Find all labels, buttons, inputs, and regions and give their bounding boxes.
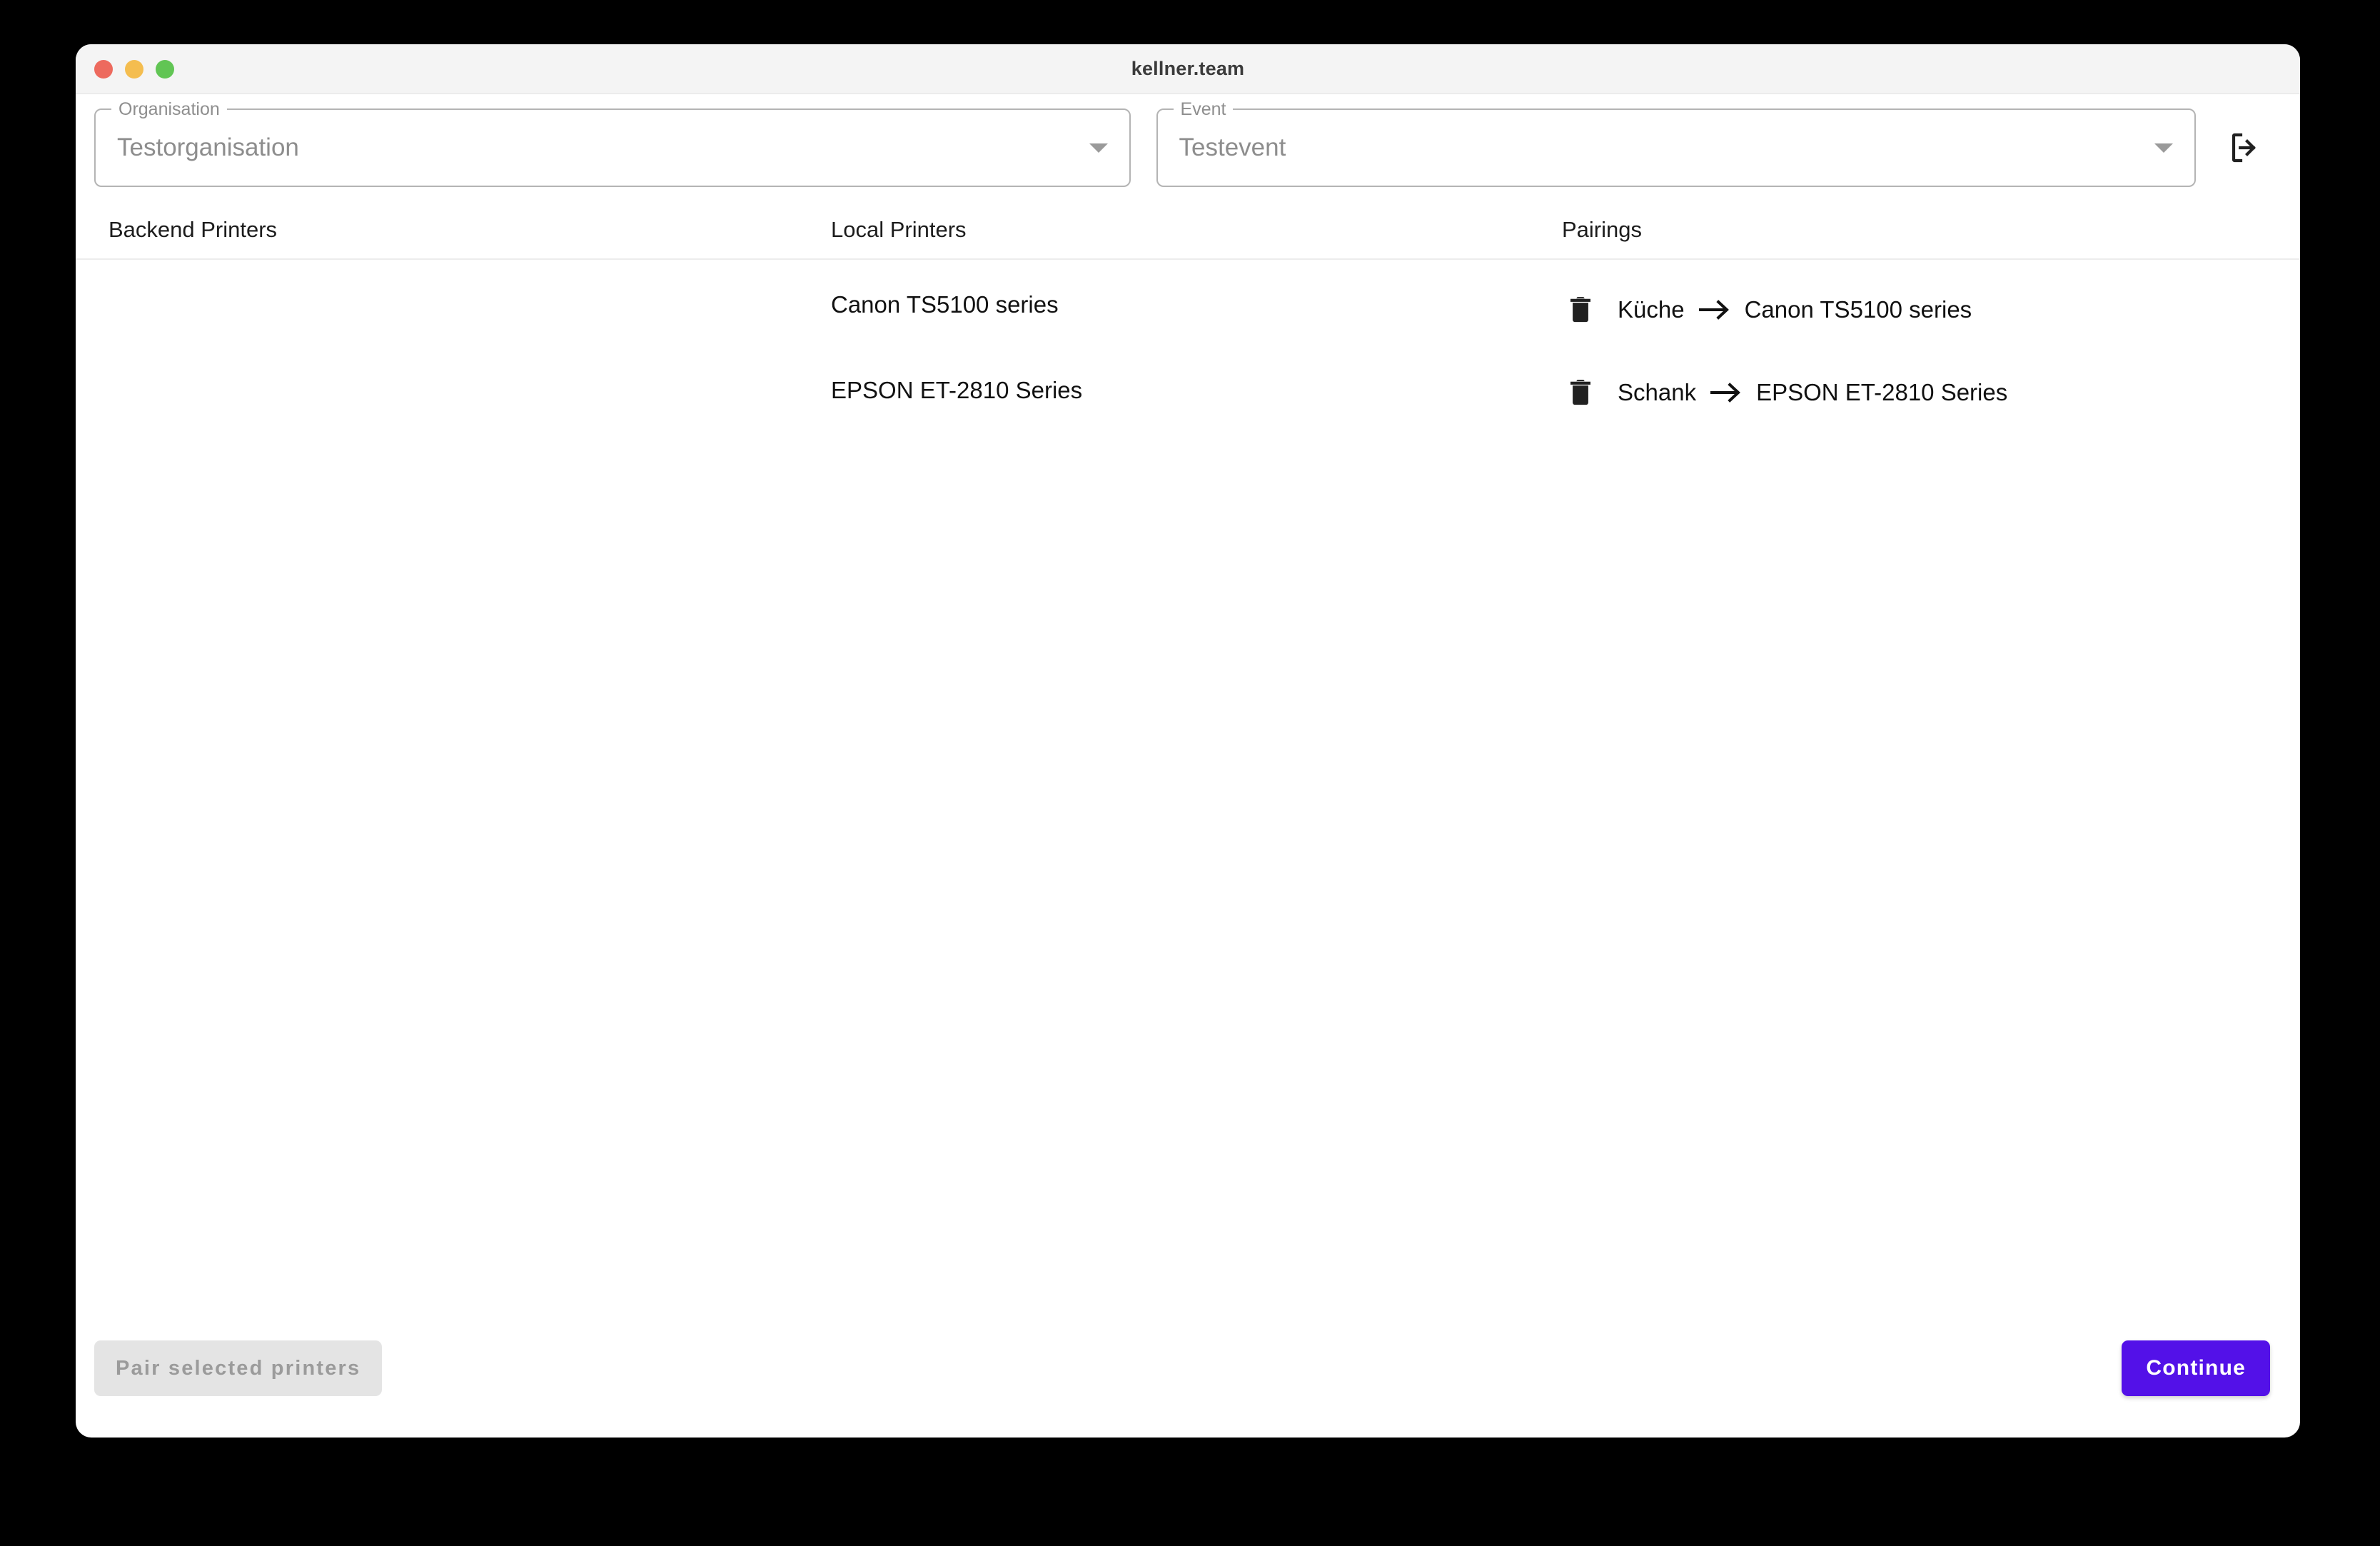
delete-pairing-button[interactable] — [1562, 374, 1599, 411]
table-row: Schank EPSON ET-2810 Series — [1562, 374, 2281, 411]
column-headers: Backend Printers Local Printers Pairings — [76, 201, 2300, 260]
column-header-pairings: Pairings — [1555, 217, 2281, 243]
event-select[interactable]: Event Testevent — [1156, 100, 2196, 187]
table-row: Küche Canon TS5100 series — [1562, 291, 2281, 328]
list-item[interactable]: Canon TS5100 series — [831, 291, 1555, 318]
chevron-down-icon — [1089, 143, 1108, 153]
pairing-source-label: Schank — [1618, 379, 1697, 405]
event-label: Event — [1173, 100, 1234, 118]
window-title: kellner.team — [1131, 58, 1245, 79]
backend-printers-list — [94, 260, 820, 1323]
organisation-select[interactable]: Organisation Testorganisation — [94, 100, 1131, 187]
pairing-source-label: Küche — [1618, 296, 1685, 323]
footer-bar: Pair selected printers Continue — [76, 1323, 2300, 1438]
trash-icon — [1570, 297, 1590, 323]
logout-button[interactable] — [2214, 117, 2276, 178]
continue-button[interactable]: Continue — [2122, 1340, 2270, 1396]
minimize-window-button[interactable] — [125, 59, 143, 79]
organisation-label: Organisation — [111, 100, 227, 118]
organisation-value: Testorganisation — [117, 133, 299, 161]
title-bar: kellner.team — [76, 44, 2300, 94]
traffic-light-controls — [94, 59, 174, 79]
pairings-list: Küche Canon TS5100 series Schank EPSON E… — [1555, 260, 2281, 1323]
chevron-down-icon — [2154, 143, 2173, 153]
local-printers-header-label: Local Printers — [831, 217, 967, 242]
column-header-backend-printers: Backend Printers — [94, 217, 820, 243]
pair-selected-printers-button[interactable]: Pair selected printers — [94, 1340, 383, 1396]
event-value: Testevent — [1179, 133, 1286, 161]
columns-body: Canon TS5100 series EPSON ET-2810 Series… — [76, 260, 2300, 1323]
delete-pairing-button[interactable] — [1562, 291, 1599, 328]
pairing-target-label: EPSON ET-2810 Series — [1756, 379, 2008, 405]
app-window: kellner.team Organisation Testorganisati… — [76, 44, 2300, 1438]
arrow-right-icon — [1698, 299, 1730, 320]
pairings-header-label: Pairings — [1562, 217, 1642, 242]
local-printers-list: Canon TS5100 series EPSON ET-2810 Series — [820, 260, 1555, 1323]
close-window-button[interactable] — [94, 59, 113, 79]
list-item[interactable]: EPSON ET-2810 Series — [831, 377, 1555, 404]
logout-icon — [2232, 133, 2256, 163]
backend-printers-header-label: Backend Printers — [109, 217, 278, 242]
trash-icon — [1570, 380, 1590, 405]
arrow-right-icon — [1710, 382, 1742, 403]
maximize-window-button[interactable] — [156, 59, 174, 79]
pairing-target-label: Canon TS5100 series — [1744, 296, 1972, 323]
column-header-local-printers: Local Printers — [820, 217, 1555, 243]
selector-bar: Organisation Testorganisation Event Test… — [76, 94, 2300, 201]
